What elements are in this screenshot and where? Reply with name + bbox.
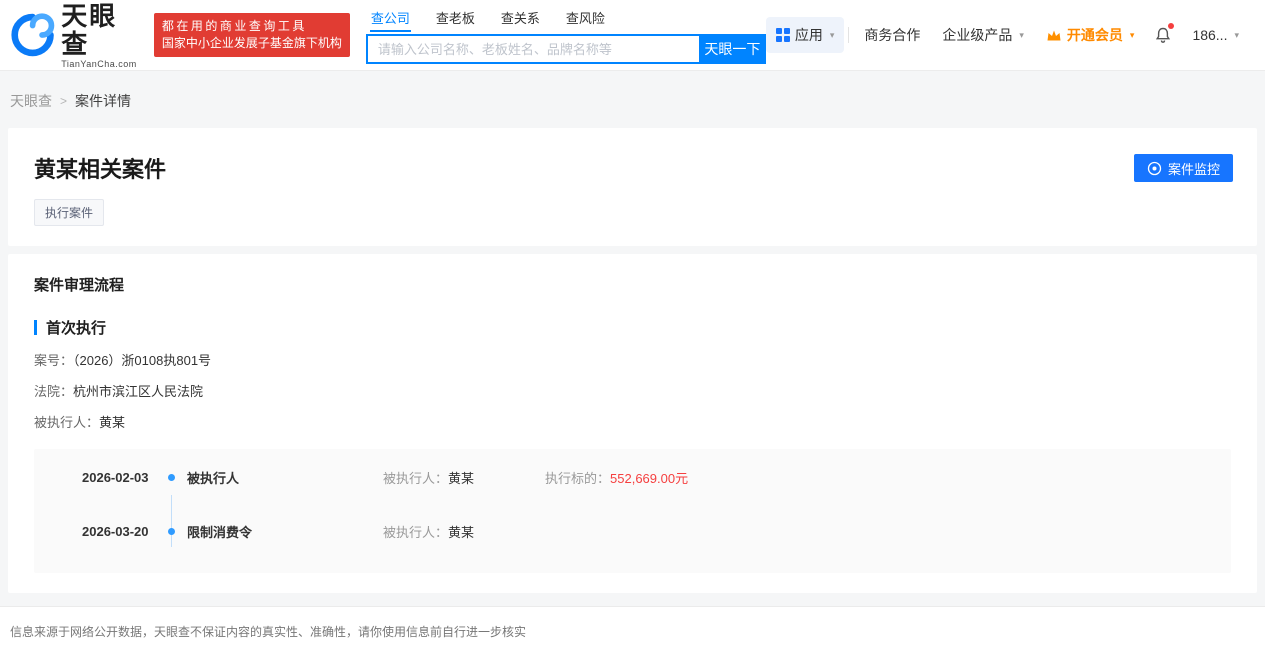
timeline-party: 被执行人：黄某: [383, 522, 545, 541]
monitor-eye-icon: [1147, 161, 1162, 175]
slogan-line2: 国家中小企业发展子基金旗下机构: [161, 36, 342, 50]
amount-label: 执行标的：: [545, 470, 611, 486]
party-label: 被执行人：: [383, 524, 449, 540]
field-value: 杭州市滨江区人民法院: [73, 384, 204, 399]
field-court: 法院：杭州市滨江区人民法院: [34, 383, 1231, 400]
tianyancha-logo-icon: [11, 13, 55, 57]
search-tabs: 查公司 查老板 查关系 查风险: [366, 6, 766, 32]
breadcrumb-separator: >: [60, 94, 68, 108]
timeline-event-title: 被执行人: [187, 470, 240, 486]
breadcrumb: 天眼查 > 案件详情: [0, 71, 1265, 128]
slogan-line1: 都在用的商业查询工具: [161, 19, 307, 33]
section-title: 案件审理流程: [34, 277, 125, 294]
case-process-card: 案件审理流程 首次执行 案号：（2026）浙0108执801号 法院：杭州市滨江…: [8, 254, 1257, 593]
case-monitor-button[interactable]: 案件监控: [1133, 154, 1233, 182]
field-executee: 被执行人：黄某: [34, 414, 1231, 431]
timeline-date: 2026-02-03: [82, 469, 149, 485]
field-value: （2026）浙0108执801号: [73, 353, 212, 368]
timeline-row: 2026-02-03 被执行人 被执行人：黄某 执行标的：552,669.00元: [34, 463, 1231, 491]
bell-icon: [1156, 27, 1171, 43]
notification-dot: [1168, 22, 1175, 29]
timeline-amount: 执行标的：552,669.00元: [545, 468, 688, 487]
nav-account[interactable]: 186... ▾: [1181, 27, 1250, 43]
chevron-down-icon: ▾: [829, 29, 835, 40]
field-label: 被执行人：: [34, 415, 100, 430]
stage-title: 首次执行: [46, 320, 107, 337]
tab-boss[interactable]: 查老板: [435, 6, 476, 32]
timeline-date: 2026-03-20: [82, 523, 149, 539]
tianyancha-logo[interactable]: 天眼查 TianYanCha.com: [10, 2, 144, 69]
amount-value: 552,669.00元: [610, 470, 689, 486]
nav-cooperation[interactable]: 商务合作: [853, 25, 931, 45]
chevron-down-icon: ▾: [1019, 29, 1024, 40]
search-button[interactable]: 天眼一下: [698, 34, 766, 64]
slogan-badge: 都在用的商业查询工具 国家中小企业发展子基金旗下机构: [153, 13, 350, 57]
chevron-down-icon: ▾: [1234, 29, 1239, 40]
case-type-badge: 执行案件: [34, 199, 105, 226]
tab-company[interactable]: 查公司: [369, 6, 411, 32]
nav-vip[interactable]: 开通会员 ▾: [1035, 25, 1146, 45]
search-block: 查公司 查老板 查关系 查风险 天眼一下: [365, 6, 766, 64]
timeline-event-title: 限制消费令: [187, 524, 253, 540]
stage-header: 首次执行: [34, 317, 1231, 338]
timeline-row: 2026-03-20 限制消费令 被执行人：黄某: [34, 517, 1231, 545]
nav-cooperation-label: 商务合作: [864, 27, 921, 43]
case-timeline: 2026-02-03 被执行人 被执行人：黄某 执行标的：552,669.00元…: [34, 449, 1231, 573]
breadcrumb-home[interactable]: 天眼查: [10, 91, 52, 111]
party-value: 黄某: [448, 524, 475, 540]
tab-risk[interactable]: 查风险: [565, 6, 606, 32]
top-header: 天眼查 TianYanCha.com 都在用的商业查询工具 国家中小企业发展子基…: [0, 0, 1265, 71]
search-input[interactable]: [365, 34, 699, 64]
case-monitor-label: 案件监控: [1167, 161, 1220, 177]
nav-enterprise[interactable]: 企业级产品 ▾: [931, 25, 1035, 45]
field-value: 黄某: [99, 415, 126, 430]
party-label: 被执行人：: [383, 470, 449, 486]
case-header-card: 黄某相关案件 执行案件 案件监控: [8, 128, 1257, 246]
nav-account-label: 186...: [1192, 27, 1228, 43]
stage-accent-bar: [34, 320, 37, 335]
tab-relation[interactable]: 查关系: [500, 6, 541, 32]
chevron-down-icon: ▾: [1129, 29, 1135, 40]
notification-bell[interactable]: [1145, 22, 1181, 44]
nav-apps-label: 应用: [794, 27, 823, 43]
timeline-dot-icon: [168, 473, 175, 481]
party-value: 黄某: [448, 470, 475, 486]
timeline-dot-icon: [168, 527, 175, 535]
field-label: 案号：: [34, 353, 74, 368]
nav-vip-label: 开通会员: [1066, 27, 1123, 43]
crown-icon: [1047, 30, 1061, 40]
brand-name: 天眼查: [61, 0, 118, 59]
nav-apps[interactable]: 应用 ▾: [765, 17, 845, 53]
footer-disclaimer: 信息来源于网络公开数据，天眼查不保证内容的真实性、准确性，请你使用信息前自行进一…: [0, 606, 1265, 656]
breadcrumb-current: 案件详情: [75, 93, 132, 109]
field-label: 法院：: [34, 384, 74, 399]
timeline-connector-line: [171, 495, 172, 547]
search-bar: 天眼一下: [365, 34, 766, 64]
timeline-party: 被执行人：黄某: [383, 468, 545, 487]
nav-enterprise-label: 企业级产品: [942, 27, 1013, 43]
page-title: 黄某相关案件: [34, 157, 167, 182]
header-nav: 应用 ▾ 商务合作 企业级产品 ▾ 开通会员 ▾ 186... ▾: [765, 17, 1250, 53]
apps-grid-icon: [775, 28, 790, 42]
brand-domain: TianYanCha.com: [61, 58, 137, 69]
nav-divider: [848, 27, 850, 43]
brand-text: 天眼查 TianYanCha.com: [61, 2, 144, 69]
field-case-number: 案号：（2026）浙0108执801号: [34, 352, 1231, 369]
